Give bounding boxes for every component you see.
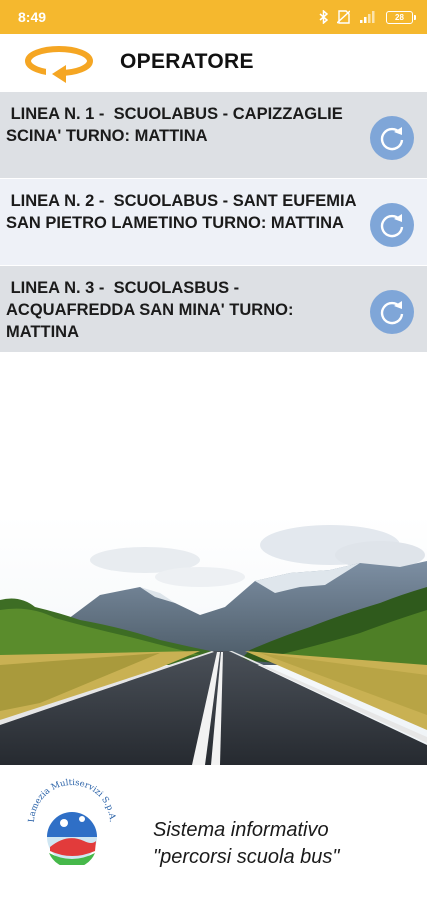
- refresh-arrow-icon[interactable]: [24, 43, 94, 85]
- tagline-line-2: "percorsi scuola bus": [153, 846, 340, 868]
- page-title: OPERATORE: [120, 50, 254, 73]
- refresh-icon: [380, 301, 404, 325]
- no-sim-icon: [337, 10, 350, 24]
- refresh-button[interactable]: [370, 116, 414, 160]
- route-item-2[interactable]: LINEA N. 2 - SCUOLABUS - SANT EUFEMIA SA…: [0, 179, 427, 266]
- signal-icon: [360, 11, 375, 23]
- tagline-line-1: Sistema informativo: [153, 819, 329, 841]
- route-item-3[interactable]: LINEA N. 3 - SCUOLASBUS - ACQUAFREDDA SA…: [0, 266, 427, 353]
- bluetooth-icon: [319, 10, 328, 24]
- refresh-button[interactable]: [370, 203, 414, 247]
- app-tagline: Sistema informativo "percorsi scuola bus…: [153, 817, 413, 871]
- refresh-icon: [380, 214, 404, 238]
- app-toolbar: OPERATORE: [0, 34, 427, 92]
- footer: Lamezia Multiservizi S.p.A. Sistema info…: [0, 765, 427, 900]
- route-label: LINEA N. 2 - SCUOLABUS - SANT EUFEMIA SA…: [6, 192, 366, 232]
- route-label: LINEA N. 3 - SCUOLASBUS - ACQUAFREDDA SA…: [6, 279, 299, 341]
- company-logo: Lamezia Multiservizi S.p.A.: [27, 778, 117, 865]
- route-list: LINEA N. 1 - SCUOLABUS - CAPIZZAGLIE SCI…: [0, 92, 427, 353]
- refresh-button[interactable]: [370, 290, 414, 334]
- road-landscape-image: [0, 515, 427, 765]
- status-bar: 8:49 28: [0, 0, 427, 34]
- refresh-icon: [380, 127, 404, 151]
- route-label: LINEA N. 1 - SCUOLABUS - CAPIZZAGLIE SCI…: [6, 105, 348, 145]
- status-icons: 28: [319, 10, 416, 24]
- battery-icon: 28: [386, 10, 416, 24]
- route-item-1[interactable]: LINEA N. 1 - SCUOLABUS - CAPIZZAGLIE SCI…: [0, 92, 427, 179]
- battery-level: 28: [395, 12, 404, 22]
- status-time: 8:49: [18, 9, 47, 25]
